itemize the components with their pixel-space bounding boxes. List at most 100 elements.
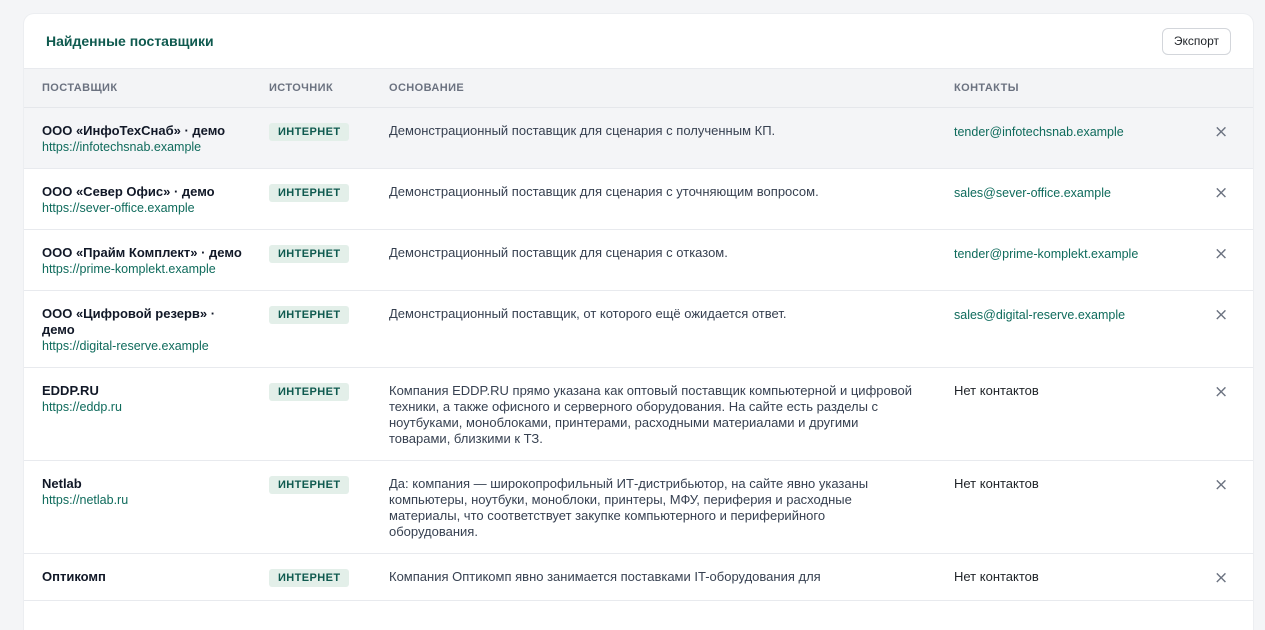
no-contacts-text: Нет контактов (954, 568, 1039, 584)
contacts-cell: sales@digital-reserve.example (936, 290, 1186, 368)
source-badge: ИНТЕРНЕТ (269, 475, 350, 494)
close-icon: × (1214, 304, 1229, 325)
card-title: Найденные поставщики (46, 33, 214, 49)
source-cell: ИНТЕРНЕТ (251, 367, 371, 461)
close-icon: × (1214, 243, 1229, 264)
reason-text: Да: компания — широкопрофильный ИТ-дистр… (389, 475, 869, 539)
remove-supplier-button[interactable]: × (1214, 243, 1229, 264)
close-icon: × (1214, 381, 1229, 402)
reason-cell: Компания Оптикомп явно занимается постав… (371, 553, 936, 601)
supplier-website-link[interactable]: https://netlab.ru (42, 492, 251, 508)
source-badge: ИНТЕРНЕТ (269, 382, 350, 401)
column-header-reason: ОСНОВАНИЕ (371, 69, 936, 108)
supplier-website-link[interactable]: https://eddp.ru (42, 399, 251, 415)
actions-cell: × (1186, 107, 1253, 169)
reason-text: Компания Оптикомп явно занимается постав… (389, 568, 821, 584)
table-row: ООО «Прайм Комплект» · демо https://prim… (24, 229, 1253, 291)
source-badge: ИНТЕРНЕТ (269, 244, 350, 263)
supplier-name: ООО «Север Офис» · демо (42, 183, 215, 199)
column-header-source: ИСТОЧНИК (251, 69, 371, 108)
close-icon: × (1214, 182, 1229, 203)
column-header-actions (1186, 69, 1253, 108)
reason-text: Демонстрационный поставщик для сценария … (389, 183, 819, 199)
source-badge: ИНТЕРНЕТ (269, 305, 350, 324)
reason-text: Демонстрационный поставщик, от которого … (389, 305, 787, 321)
table-row: Netlab https://netlab.ru ИНТЕРНЕТ Да: ко… (24, 460, 1253, 554)
contact-email-link[interactable]: tender@infotechsnab.example (954, 123, 1186, 140)
suppliers-table: ПОСТАВЩИК ИСТОЧНИК ОСНОВАНИЕ КОНТАКТЫ ОО… (24, 69, 1253, 601)
supplier-name: Netlab (42, 475, 82, 491)
remove-supplier-button[interactable]: × (1214, 474, 1229, 495)
actions-cell: × (1186, 553, 1253, 601)
table-row: Оптикомп ИНТЕРНЕТ Компания Оптикомп явно… (24, 553, 1253, 601)
supplier-name: ООО «ИнфоТехСнаб» · демо (42, 122, 226, 138)
table-row: EDDP.RU https://eddp.ru ИНТЕРНЕТ Компани… (24, 367, 1253, 461)
close-icon: × (1214, 121, 1229, 142)
source-badge: ИНТЕРНЕТ (269, 568, 350, 587)
close-icon: × (1214, 567, 1229, 588)
supplier-name: ООО «Цифровой резерв» · демо (42, 305, 216, 337)
actions-cell: × (1186, 168, 1253, 230)
supplier-website-link[interactable]: https://prime-komplekt.example (42, 261, 251, 277)
source-cell: ИНТЕРНЕТ (251, 460, 371, 554)
table-row: ООО «Цифровой резерв» · демо https://dig… (24, 290, 1253, 368)
reason-cell: Демонстрационный поставщик для сценария … (371, 229, 936, 291)
supplier-cell: ООО «Прайм Комплект» · демо https://prim… (24, 229, 251, 291)
table-row: ООО «ИнфоТехСнаб» · демо https://infotec… (24, 107, 1253, 169)
reason-cell: Компания EDDP.RU прямо указана как оптов… (371, 367, 936, 461)
source-cell: ИНТЕРНЕТ (251, 553, 371, 601)
remove-supplier-button[interactable]: × (1214, 121, 1229, 142)
contacts-cell: sales@sever-office.example (936, 168, 1186, 230)
contacts-cell: Нет контактов (936, 367, 1186, 461)
source-cell: ИНТЕРНЕТ (251, 107, 371, 169)
no-contacts-text: Нет контактов (954, 382, 1039, 398)
supplier-cell: ООО «ИнфоТехСнаб» · демо https://infotec… (24, 107, 251, 169)
contacts-cell: Нет контактов (936, 460, 1186, 554)
source-badge: ИНТЕРНЕТ (269, 183, 350, 202)
supplier-website-link[interactable]: https://digital-reserve.example (42, 338, 251, 354)
contacts-cell: tender@infotechsnab.example (936, 107, 1186, 169)
actions-cell: × (1186, 460, 1253, 554)
reason-text: Демонстрационный поставщик для сценария … (389, 122, 776, 138)
table-body: ООО «ИнфоТехСнаб» · демо https://infotec… (24, 107, 1253, 601)
actions-cell: × (1186, 290, 1253, 368)
supplier-name: ООО «Прайм Комплект» · демо (42, 244, 242, 260)
contact-email-link[interactable]: sales@digital-reserve.example (954, 306, 1186, 323)
remove-supplier-button[interactable]: × (1214, 304, 1229, 325)
reason-cell: Демонстрационный поставщик для сценария … (371, 168, 936, 230)
table-header-row: ПОСТАВЩИК ИСТОЧНИК ОСНОВАНИЕ КОНТАКТЫ (24, 69, 1253, 108)
reason-cell: Да: компания — широкопрофильный ИТ-дистр… (371, 460, 936, 554)
supplier-cell: Netlab https://netlab.ru (24, 460, 251, 554)
supplier-website-link[interactable]: https://infotechsnab.example (42, 139, 251, 155)
contact-email-link[interactable]: sales@sever-office.example (954, 184, 1186, 201)
no-contacts-text: Нет контактов (954, 475, 1039, 491)
source-cell: ИНТЕРНЕТ (251, 168, 371, 230)
export-button[interactable]: Экспорт (1161, 27, 1231, 55)
supplier-cell: Оптикомп (24, 553, 251, 601)
actions-cell: × (1186, 229, 1253, 291)
card-header: Найденные поставщики Экспорт (24, 14, 1253, 69)
actions-cell: × (1186, 367, 1253, 461)
column-header-contacts: КОНТАКТЫ (936, 69, 1186, 108)
source-cell: ИНТЕРНЕТ (251, 290, 371, 368)
source-cell: ИНТЕРНЕТ (251, 229, 371, 291)
supplier-cell: ООО «Север Офис» · демо https://sever-of… (24, 168, 251, 230)
contacts-cell: tender@prime-komplekt.example (936, 229, 1186, 291)
supplier-website-link[interactable]: https://sever-office.example (42, 200, 251, 216)
remove-supplier-button[interactable]: × (1214, 567, 1229, 588)
reason-text: Компания EDDP.RU прямо указана как оптов… (389, 382, 912, 446)
table-row: ООО «Север Офис» · демо https://sever-of… (24, 168, 1253, 230)
suppliers-card: Найденные поставщики Экспорт ПОСТАВЩИК И… (24, 14, 1253, 630)
supplier-name: EDDP.RU (42, 382, 99, 398)
remove-supplier-button[interactable]: × (1214, 381, 1229, 402)
contact-email-link[interactable]: tender@prime-komplekt.example (954, 245, 1186, 262)
supplier-name: Оптикомп (42, 568, 106, 584)
remove-supplier-button[interactable]: × (1214, 182, 1229, 203)
reason-cell: Демонстрационный поставщик, от которого … (371, 290, 936, 368)
contacts-cell: Нет контактов (936, 553, 1186, 601)
reason-text: Демонстрационный поставщик для сценария … (389, 244, 728, 260)
supplier-cell: ООО «Цифровой резерв» · демо https://dig… (24, 290, 251, 368)
column-header-supplier: ПОСТАВЩИК (24, 69, 251, 108)
supplier-cell: EDDP.RU https://eddp.ru (24, 367, 251, 461)
close-icon: × (1214, 474, 1229, 495)
